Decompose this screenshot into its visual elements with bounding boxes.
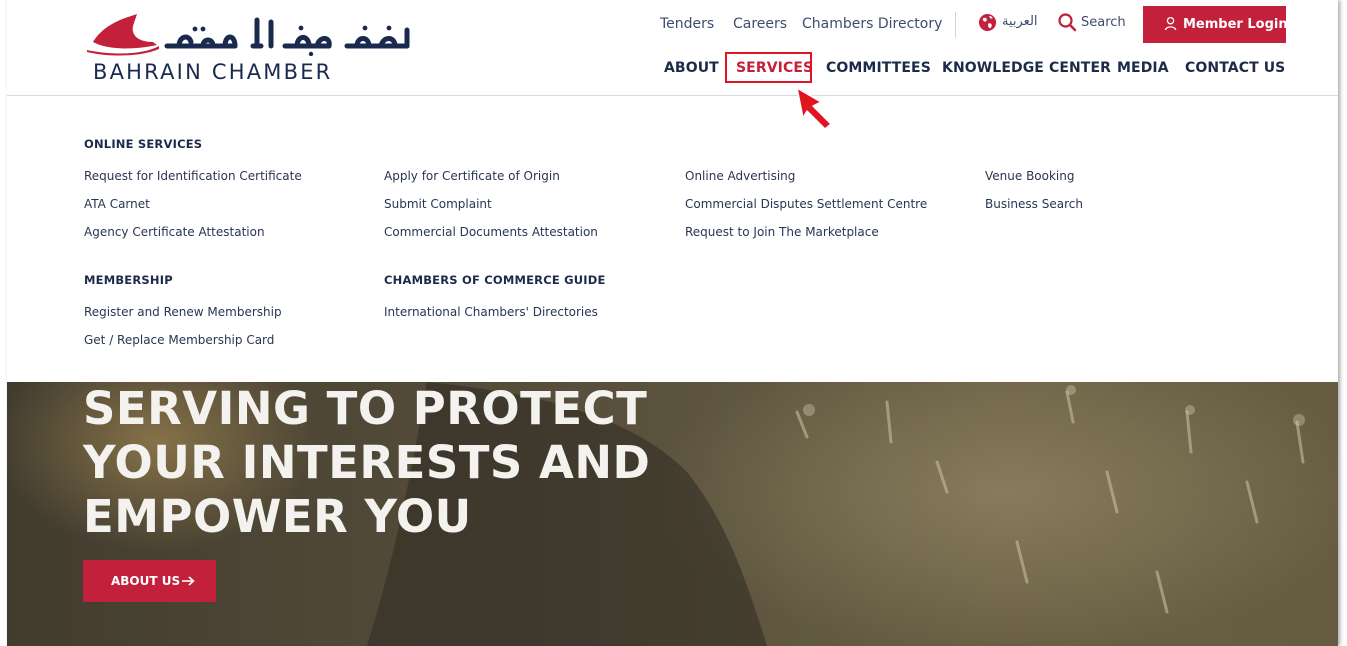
language-arabic-link[interactable]: العربية [1002,14,1038,29]
search-icon [1058,13,1077,32]
replace-membership-card-link[interactable]: Get / Replace Membership Card [84,333,274,347]
logo-arabic-mark [87,14,410,56]
tenders-link[interactable]: Tenders [660,16,714,32]
online-services-heading: ONLINE SERVICES [84,137,203,151]
careers-link[interactable]: Careers [733,16,787,32]
member-login-label: Member Login [1183,17,1288,32]
hero-banner: SERVING TO PROTECT YOUR INTERESTS AND EM… [7,382,1338,646]
ata-carnet-link[interactable]: ATA Carnet [84,197,150,211]
submit-complaint-link[interactable]: Submit Complaint [384,197,492,211]
member-login-button[interactable]: Member Login [1143,6,1288,43]
international-chambers-directories-link[interactable]: International Chambers' Directories [384,305,598,319]
page: BAHRAIN CHAMBER Tenders Careers Chambers… [7,0,1338,646]
nav-committees[interactable]: COMMITTEES [826,60,931,76]
hero-title-line-2: YOUR INTERESTS AND [83,436,651,489]
chambers-guide-heading: CHAMBERS OF COMMERCE GUIDE [384,273,606,287]
join-marketplace-link[interactable]: Request to Join The Marketplace [685,225,879,239]
utility-separator [955,12,956,38]
bahrain-chamber-logo[interactable]: BAHRAIN CHAMBER [85,12,415,84]
about-us-label: ABOUT US [111,574,181,588]
agency-certificate-attestation-link[interactable]: Agency Certificate Attestation [84,225,265,239]
nav-contact-us[interactable]: CONTACT US [1185,60,1285,76]
register-renew-membership-link[interactable]: Register and Renew Membership [84,305,282,319]
hero-title-line-1: SERVING TO PROTECT [83,382,648,435]
nav-knowledge-center[interactable]: KNOWLEDGE CENTER [942,60,1111,76]
search-label: Search [1081,15,1126,30]
hero-title-line-3: EMPOWER YOU [83,490,472,543]
globe-icon[interactable] [978,13,997,32]
business-search-link[interactable]: Business Search [985,197,1083,211]
services-highlight-box [725,52,812,83]
logo-english-text: BAHRAIN CHAMBER [93,60,333,84]
online-advertising-link[interactable]: Online Advertising [685,169,795,183]
hero-title: SERVING TO PROTECT YOUR INTERESTS AND EM… [83,382,703,544]
site-header: BAHRAIN CHAMBER Tenders Careers Chambers… [7,0,1338,96]
certificate-of-origin-link[interactable]: Apply for Certificate of Origin [384,169,560,183]
about-us-button[interactable]: ABOUT US [83,560,216,602]
chambers-directory-link[interactable]: Chambers Directory [802,16,942,32]
nav-media[interactable]: MEDIA [1117,60,1169,76]
request-identification-certificate-link[interactable]: Request for Identification Certificate [84,169,302,183]
commercial-documents-attestation-link[interactable]: Commercial Documents Attestation [384,225,598,239]
pointer-cursor-icon [796,87,832,130]
services-mega-menu: ONLINE SERVICES Request for Identificati… [7,96,1338,382]
membership-heading: MEMBERSHIP [84,273,173,287]
user-icon [1164,16,1177,31]
venue-booking-link[interactable]: Venue Booking [985,169,1075,183]
nav-about[interactable]: ABOUT [664,60,719,76]
commercial-disputes-settlement-link[interactable]: Commercial Disputes Settlement Centre [685,197,927,211]
arrow-right-icon [182,576,195,586]
